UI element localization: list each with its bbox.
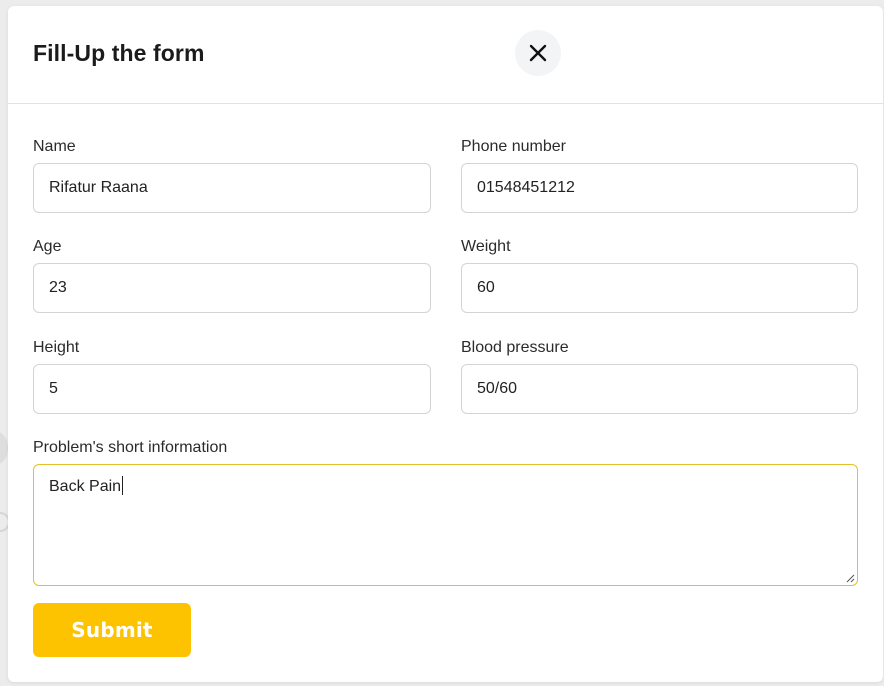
- problem-textarea[interactable]: Back Pain: [33, 464, 858, 586]
- blood-pressure-field-group: Blood pressure 50/60: [461, 337, 858, 414]
- modal-header: Fill-Up the form: [8, 6, 883, 104]
- modal-title: Fill-Up the form: [33, 40, 205, 66]
- weight-label: Weight: [461, 238, 511, 255]
- blood-pressure-input[interactable]: 50/60: [461, 364, 858, 414]
- age-label: Age: [33, 238, 62, 255]
- name-label: Name: [33, 138, 76, 155]
- weight-input[interactable]: 60: [461, 263, 858, 313]
- resize-handle-icon[interactable]: [845, 573, 855, 583]
- name-input[interactable]: Rifatur Raana: [33, 163, 431, 213]
- close-button[interactable]: [515, 30, 561, 76]
- blood-pressure-label: Blood pressure: [461, 339, 569, 356]
- age-input[interactable]: 23: [33, 263, 431, 313]
- phone-field-group: Phone number 01548451212: [461, 136, 858, 213]
- problem-field-group: Problem's short information Back Pain: [33, 437, 858, 586]
- height-label: Height: [33, 339, 80, 356]
- height-field-group: Height 5: [33, 337, 431, 414]
- form-modal: Fill-Up the form Name Rifatur Raana Phon…: [8, 6, 883, 682]
- problem-label: Problem's short information: [33, 439, 228, 456]
- weight-field-group: Weight 60: [461, 236, 858, 313]
- background-shape: [0, 432, 8, 464]
- submit-button[interactable]: Submit: [33, 603, 191, 657]
- height-input[interactable]: 5: [33, 364, 431, 414]
- text-caret: [122, 476, 124, 495]
- phone-label: Phone number: [461, 138, 566, 155]
- problem-text: Back Pain: [49, 478, 122, 495]
- phone-input[interactable]: 01548451212: [461, 163, 858, 213]
- name-field-group: Name Rifatur Raana: [33, 136, 431, 213]
- age-field-group: Age 23: [33, 236, 431, 313]
- close-icon: [529, 44, 547, 62]
